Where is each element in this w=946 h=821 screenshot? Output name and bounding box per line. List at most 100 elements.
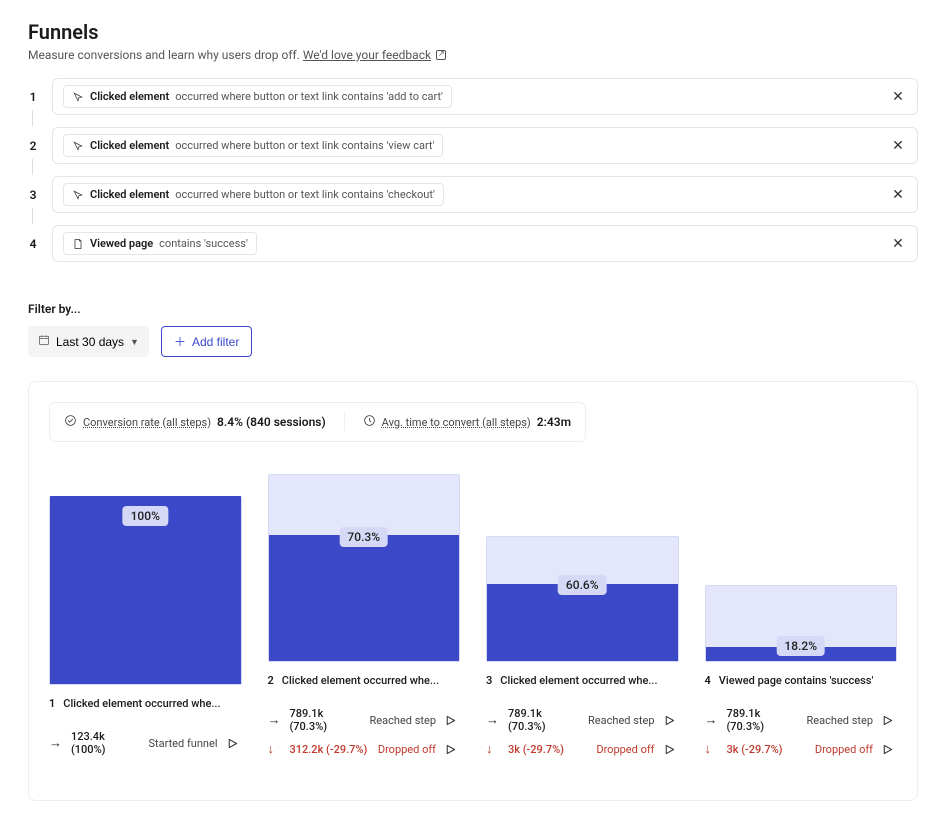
step-number: 1 xyxy=(28,90,38,104)
funnel-metrics: → 123.4k (100%) Started funnel xyxy=(49,730,242,766)
reached-step-row: → 123.4k (100%) Started funnel xyxy=(49,730,242,756)
play-recordings-button[interactable] xyxy=(226,737,242,750)
step-event: Clicked element xyxy=(90,188,169,201)
dropoff-value: 312.2k (-29.7%) xyxy=(290,743,370,756)
dropoff-label: Dropped off xyxy=(815,743,873,756)
cursor-click-icon xyxy=(72,189,84,201)
dropoff-value: 3k (-29.7%) xyxy=(727,743,807,756)
date-range-button[interactable]: Last 30 days ▼ xyxy=(28,326,149,357)
step-card[interactable]: Clicked element occurred where button or… xyxy=(52,127,918,164)
feedback-link[interactable]: We'd love your feedback xyxy=(303,48,431,62)
funnel-steps: 1 Clicked element occurred where button … xyxy=(28,78,918,262)
reached-value: 789.1k (70.3%) xyxy=(290,707,362,733)
funnel-bar-fill xyxy=(269,535,460,661)
step-event: Clicked element xyxy=(90,139,169,152)
step-card[interactable]: Clicked element occurred where button or… xyxy=(52,78,918,115)
remove-step-button[interactable]: ✕ xyxy=(889,187,907,203)
funnel-step-row: 4 Viewed page contains 'success' ✕ xyxy=(28,225,918,262)
reached-value: 789.1k (70.3%) xyxy=(508,707,580,733)
external-link-icon xyxy=(436,50,446,60)
page-icon xyxy=(72,238,84,250)
cursor-click-icon xyxy=(72,91,84,103)
step-number: 2 xyxy=(28,139,38,153)
dropoff-label: Dropped off xyxy=(596,743,654,756)
summary-card: Conversion rate (all steps) 8.4% (840 se… xyxy=(49,402,586,442)
step-connector xyxy=(32,208,33,224)
avg-time-label: Avg. time to convert (all steps) xyxy=(382,416,531,429)
plus-icon: ＋ xyxy=(174,333,186,350)
funnel-bar[interactable]: 70.3% xyxy=(268,474,461,662)
funnel-bar[interactable]: 100% xyxy=(49,497,242,685)
divider xyxy=(344,413,345,431)
funnel-metrics: → 789.1k (70.3%) Reached step ↓ 3k (-29.… xyxy=(705,707,898,766)
avg-time-value: 2:43m xyxy=(537,415,571,429)
page-title: Funnels xyxy=(28,20,918,44)
arrow-down-icon: ↓ xyxy=(705,743,719,756)
conversion-rate-summary: Conversion rate (all steps) 8.4% (840 se… xyxy=(64,414,326,430)
funnel-bar[interactable]: 18.2% xyxy=(705,585,898,662)
play-recordings-button[interactable] xyxy=(663,743,679,756)
add-filter-label: Add filter xyxy=(192,335,239,349)
step-card[interactable]: Viewed page contains 'success' ✕ xyxy=(52,225,918,262)
reached-step-row: → 789.1k (70.3%) Reached step xyxy=(268,707,461,733)
remove-step-button[interactable]: ✕ xyxy=(889,89,907,105)
reached-value: 123.4k (100%) xyxy=(71,730,140,756)
funnel-bar-column: 100% 1 Clicked element occurred whe... →… xyxy=(49,497,242,766)
funnel-step-row: 2 Clicked element occurred where button … xyxy=(28,127,918,164)
remove-step-button[interactable]: ✕ xyxy=(889,138,907,154)
step-card[interactable]: Clicked element occurred where button or… xyxy=(52,176,918,213)
clock-icon xyxy=(363,414,376,430)
step-chip[interactable]: Viewed page contains 'success' xyxy=(63,232,257,255)
dropoff-row: ↓ 312.2k (-29.7%) Dropped off xyxy=(268,743,461,756)
funnel-bars: 100% 1 Clicked element occurred whe... →… xyxy=(49,474,897,766)
funnel-metrics: → 789.1k (70.3%) Reached step ↓ 3k (-29.… xyxy=(486,707,679,766)
funnel-bar-percent-badge: 100% xyxy=(123,506,168,526)
step-condition: occurred where button or text link conta… xyxy=(175,188,435,201)
dropoff-value: 3k (-29.7%) xyxy=(508,743,588,756)
conversion-rate-label: Conversion rate (all steps) xyxy=(83,416,211,429)
funnel-bar-column: 70.3% 2 Clicked element occurred whe... … xyxy=(268,474,461,766)
play-recordings-button[interactable] xyxy=(881,743,897,756)
reached-label: Reached step xyxy=(588,714,654,727)
step-chip[interactable]: Clicked element occurred where button or… xyxy=(63,134,443,157)
arrow-right-icon: → xyxy=(486,714,500,727)
step-event: Clicked element xyxy=(90,90,169,103)
funnel-bar-percent-badge: 70.3% xyxy=(339,527,388,547)
funnel-metrics: → 789.1k (70.3%) Reached step ↓ 312.2k (… xyxy=(268,707,461,766)
date-range-label: Last 30 days xyxy=(56,335,124,349)
remove-step-button[interactable]: ✕ xyxy=(889,236,907,252)
arrow-down-icon: ↓ xyxy=(486,743,500,756)
funnel-bar[interactable]: 60.6% xyxy=(486,536,679,662)
step-chip[interactable]: Clicked element occurred where button or… xyxy=(63,183,444,206)
chevron-down-icon: ▼ xyxy=(130,337,139,347)
step-condition: occurred where button or text link conta… xyxy=(175,139,434,152)
funnel-step-index: 4 xyxy=(705,674,711,687)
funnel-step-row: 3 Clicked element occurred where button … xyxy=(28,176,918,213)
reached-step-row: → 789.1k (70.3%) Reached step xyxy=(705,707,898,733)
filter-section-label: Filter by... xyxy=(28,302,918,316)
play-recordings-button[interactable] xyxy=(444,743,460,756)
funnel-step-title: 2 Clicked element occurred whe... xyxy=(268,674,461,687)
play-recordings-button[interactable] xyxy=(881,714,897,727)
play-recordings-button[interactable] xyxy=(444,714,460,727)
step-condition: occurred where button or text link conta… xyxy=(175,90,443,103)
reached-value: 789.1k (70.3%) xyxy=(727,707,799,733)
cursor-click-icon xyxy=(72,140,84,152)
filter-row: Last 30 days ▼ ＋ Add filter xyxy=(28,326,918,357)
step-number: 4 xyxy=(28,237,38,251)
funnel-step-text: Clicked element occurred whe... xyxy=(63,697,220,710)
avg-time-summary: Avg. time to convert (all steps) 2:43m xyxy=(363,414,571,430)
step-connector xyxy=(32,159,33,175)
reached-label: Started funnel xyxy=(148,737,217,750)
arrow-down-icon: ↓ xyxy=(268,743,282,756)
step-condition: contains 'success' xyxy=(159,237,248,250)
calendar-icon xyxy=(38,334,50,349)
funnel-step-index: 2 xyxy=(268,674,274,687)
add-filter-button[interactable]: ＋ Add filter xyxy=(161,326,252,357)
step-chip[interactable]: Clicked element occurred where button or… xyxy=(63,85,452,108)
play-recordings-button[interactable] xyxy=(663,714,679,727)
check-circle-icon xyxy=(64,414,77,430)
dropoff-row: ↓ 3k (-29.7%) Dropped off xyxy=(705,743,898,756)
funnel-bar-fill xyxy=(487,584,678,661)
funnel-step-index: 3 xyxy=(486,674,492,687)
